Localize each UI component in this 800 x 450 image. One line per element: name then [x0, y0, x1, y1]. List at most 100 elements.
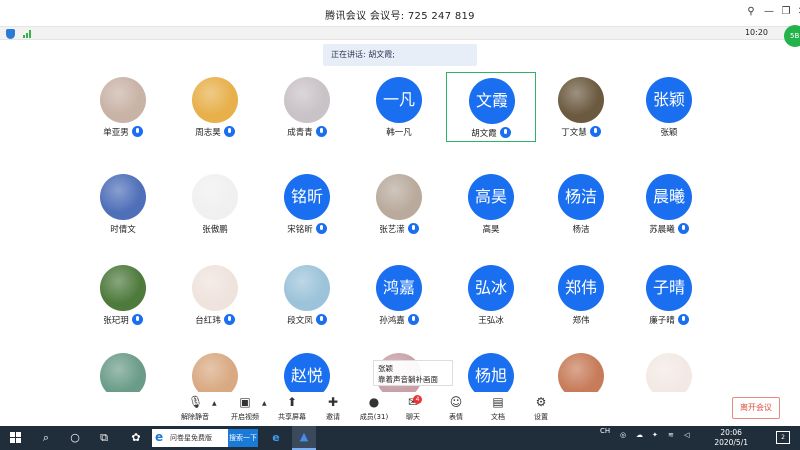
participant-name-line: 段文凤: [262, 314, 352, 326]
mic-icon: [315, 314, 327, 325]
mic-icon: [677, 223, 689, 234]
task-view-icon[interactable]: ⧉: [96, 430, 112, 446]
participant-tile[interactable]: 成青青: [262, 72, 352, 142]
participant-tile[interactable]: 张艺潆: [354, 169, 444, 239]
search-go-button[interactable]: 搜索一下: [228, 429, 258, 447]
share-screen-button[interactable]: ⬆ 共享屏幕: [272, 395, 312, 425]
participant-tile[interactable]: 铭昕 宋铭昕: [262, 169, 352, 239]
participant-name: 廉子晴: [649, 316, 675, 326]
participant-tile[interactable]: 子晴 廉子晴: [624, 260, 714, 330]
invite-button[interactable]: ✚ 邀请: [313, 395, 353, 425]
search-icon[interactable]: ⌕: [38, 430, 54, 446]
participant-tile[interactable]: 鸿嘉 孙鸿嘉: [354, 260, 444, 330]
emoji-button[interactable]: ☺ 表情: [436, 395, 476, 425]
volume-icon[interactable]: ◁: [684, 431, 689, 439]
edge-browser-icon[interactable]: e: [268, 430, 284, 446]
participant-name: 丁文慧: [561, 128, 587, 138]
ime-indicator[interactable]: CH: [600, 427, 610, 435]
participant-name-line: 孙鸿嘉: [354, 314, 444, 326]
avatar-initials: 杨洁: [558, 174, 604, 220]
meeting-status-bar: 10:20: [0, 26, 800, 40]
participant-tile[interactable]: 晨曦 苏晨曦: [624, 169, 714, 239]
cortana-icon[interactable]: ○: [67, 430, 83, 446]
participant-name-line: 韩一凡: [354, 126, 444, 138]
participant-name-line: 周志昊: [170, 126, 260, 138]
participant-tile[interactable]: 弘冰 王弘冰: [446, 260, 536, 330]
mic-icon: [315, 126, 327, 137]
participant-tile[interactable]: 单亚男: [78, 72, 168, 142]
participant-name-line: 郑伟: [536, 314, 626, 326]
windows-taskbar: ⌕ ○ ⧉ ✿ e 问卷星免费版 搜索一下 e ▲ CH ◎ ☁ ✦ ≋ ◁ 2…: [0, 426, 800, 450]
tencent-meeting-taskbar-app[interactable]: ▲: [292, 426, 316, 450]
system-clock[interactable]: 20:06 2020/5/1: [714, 428, 748, 448]
avatar-initials: 铭昕: [284, 174, 330, 220]
settings-button[interactable]: ⚙ 设置: [521, 395, 561, 425]
close-button[interactable]: ✕: [793, 4, 800, 20]
document-button[interactable]: ▤ 文档: [478, 395, 518, 425]
participant-name: 成青青: [287, 128, 313, 138]
participant-name: 杨洁: [572, 225, 590, 235]
participant-name-line: 时倩文: [78, 223, 168, 235]
mic-icon: [407, 223, 419, 234]
participant-tile[interactable]: 台红玮: [170, 260, 260, 330]
avatar-initials: 晨曦: [646, 174, 692, 220]
avatar-initials: 文霞: [469, 78, 515, 124]
participant-tile[interactable]: 张傲鹏: [170, 169, 260, 239]
security-shield-icon[interactable]: [6, 29, 15, 39]
network-signal-icon[interactable]: [23, 30, 33, 38]
members-button[interactable]: ● 成员(31): [354, 395, 394, 425]
share-screen-icon: ⬆: [286, 395, 298, 409]
participant-tile[interactable]: 张颖 张颖: [624, 72, 714, 142]
mic-icon: [223, 126, 235, 137]
browser-search-box[interactable]: e 问卷星免费版 搜索一下: [152, 429, 258, 447]
windows-start-icon[interactable]: [10, 432, 22, 444]
audio-options-caret[interactable]: ▲: [212, 400, 217, 407]
camera-off-icon: ▣: [239, 395, 251, 409]
minimize-button[interactable]: —: [760, 4, 778, 20]
mic-icon: [677, 314, 689, 325]
network-wifi-icon[interactable]: ≋: [668, 431, 674, 439]
pin-icon[interactable]: ⚲: [742, 4, 760, 20]
tray-cloud-icon[interactable]: ☁: [636, 431, 643, 439]
avatar-initials: 鸿嘉: [376, 265, 422, 311]
action-center-icon[interactable]: 2: [776, 431, 790, 444]
participant-name: 宋铭昕: [287, 225, 313, 235]
window-title: 腾讯会议 会议号: 725 247 819: [325, 11, 475, 22]
members-icon: ●: [368, 395, 380, 409]
leave-meeting-button[interactable]: 离开会议: [732, 397, 780, 419]
participant-tile[interactable]: 周志昊: [170, 72, 260, 142]
avatar-photo: [284, 77, 330, 123]
participant-tile[interactable]: 高昊 高昊: [446, 169, 536, 239]
floating-badge[interactable]: 5B: [784, 25, 800, 47]
participant-tile[interactable]: 张玘玥: [78, 260, 168, 330]
participant-name: 台红玮: [195, 316, 221, 326]
participant-tile[interactable]: 时倩文: [78, 169, 168, 239]
participant-tile[interactable]: 段文凤: [262, 260, 352, 330]
avatar-initials: 郑伟: [558, 265, 604, 311]
participant-name: 张傲鹏: [202, 225, 228, 235]
participant-name: 单亚男: [103, 128, 129, 138]
participant-name-line: 王弘冰: [446, 314, 536, 326]
pinwheel-app-icon[interactable]: ✿: [128, 430, 144, 446]
participant-name-line: 张颖: [624, 126, 714, 138]
participant-name-line: 张艺潆: [354, 223, 444, 235]
participant-tile[interactable]: 一凡 韩一凡: [354, 72, 444, 142]
unmute-button[interactable]: 🎙 解除静音: [175, 395, 215, 425]
video-options-caret[interactable]: ▲: [262, 400, 267, 407]
invite-icon: ✚: [327, 395, 339, 409]
document-icon: ▤: [492, 395, 504, 409]
participant-name: 时倩文: [110, 225, 136, 235]
participant-tile[interactable]: 郑伟 郑伟: [536, 260, 626, 330]
mic-icon: [131, 314, 143, 325]
tray-app-icon[interactable]: ◎: [620, 431, 626, 439]
participant-tile[interactable]: 文霞 胡文霞: [446, 72, 536, 142]
meeting-window: 腾讯会议 会议号: 725 247 819 ⚲ — ❐ ✕ 10:20 5B 正…: [0, 0, 800, 450]
participant-name-line: 杨洁: [536, 223, 626, 235]
participant-tile[interactable]: 丁文慧: [536, 72, 626, 142]
tooltip-text: 靠着声音躺补画面: [378, 375, 438, 384]
participant-tile[interactable]: 杨洁 杨洁: [536, 169, 626, 239]
chat-button[interactable]: ✉ 4 聊天: [393, 395, 433, 425]
participant-name: 段文凤: [287, 316, 313, 326]
tray-app2-icon[interactable]: ✦: [652, 431, 658, 439]
start-video-button[interactable]: ▣ 开启视频: [225, 395, 265, 425]
